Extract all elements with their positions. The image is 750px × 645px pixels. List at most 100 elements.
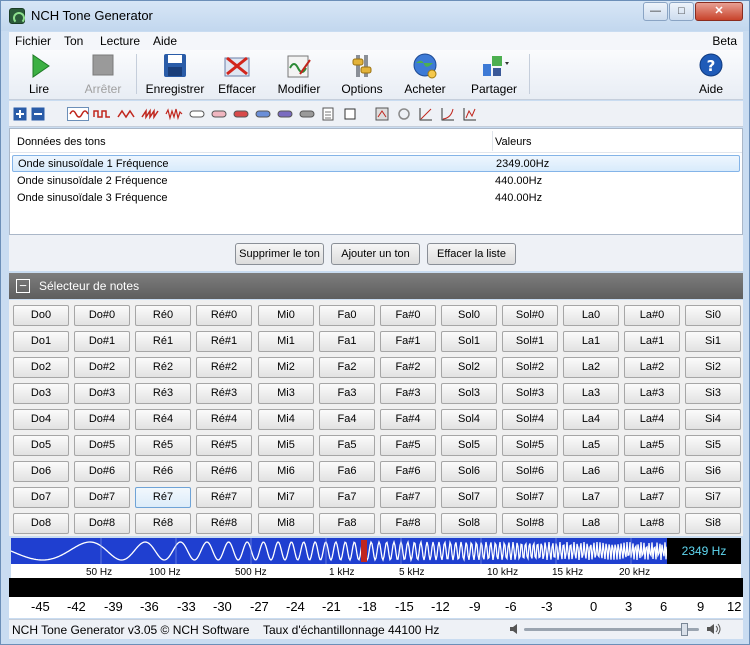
volume-slider-track[interactable] [524,628,699,631]
note-button[interactable]: La2 [563,357,619,378]
note-button[interactable]: Do#7 [74,487,130,508]
volume-high-icon[interactable] [706,623,722,635]
note-button[interactable]: La0 [563,305,619,326]
note-button[interactable]: Ré0 [135,305,191,326]
frequency-slider[interactable] [11,538,741,564]
sawtooth-wave-icon[interactable] [141,107,159,121]
note-button[interactable]: Sol1 [441,331,497,352]
note-button[interactable]: Do#4 [74,409,130,430]
red-noise-icon[interactable] [233,107,249,121]
note-button[interactable]: Si7 [685,487,741,508]
note-button[interactable]: Mi2 [258,357,314,378]
note-button[interactable]: Fa#8 [380,513,436,534]
volume-slider-thumb[interactable] [681,623,688,636]
note-button[interactable]: Do#2 [74,357,130,378]
col-header-data[interactable]: Données des tons [17,136,106,148]
clear-button[interactable]: Effacer [216,52,258,96]
menu-fichier[interactable]: Fichier [15,34,51,48]
volume-low-icon[interactable] [509,623,521,635]
stop-button[interactable]: Arrêter [81,52,125,96]
note-button[interactable]: Fa7 [319,487,375,508]
note-button[interactable]: Do#3 [74,383,130,404]
note-button[interactable]: Ré#1 [196,331,252,352]
note-button[interactable]: Fa#5 [380,435,436,456]
maximize-button[interactable]: □ [669,2,694,21]
note-button[interactable]: La6 [563,461,619,482]
triangle-wave-icon[interactable] [117,107,135,121]
note-button[interactable]: La8 [563,513,619,534]
note-button[interactable]: La#5 [624,435,680,456]
note-button[interactable]: La#8 [624,513,680,534]
note-button[interactable]: Do0 [13,305,69,326]
note-button[interactable]: Do6 [13,461,69,482]
note-button[interactable]: Mi0 [258,305,314,326]
note-button[interactable]: Do#5 [74,435,130,456]
dtmf-icon[interactable] [463,107,477,121]
edit-button[interactable]: Modifier [273,52,325,96]
clear-list-button[interactable]: Effacer la liste [427,243,516,265]
note-button[interactable]: La7 [563,487,619,508]
note-button[interactable]: Fa#0 [380,305,436,326]
refresh-icon[interactable] [397,107,411,121]
note-button[interactable]: Ré2 [135,357,191,378]
menu-lecture[interactable]: Lecture [100,34,140,48]
note-button[interactable]: La#7 [624,487,680,508]
note-button[interactable]: Sol2 [441,357,497,378]
note-button[interactable]: Fa#3 [380,383,436,404]
note-button[interactable]: Fa2 [319,357,375,378]
note-button[interactable]: La1 [563,331,619,352]
note-button[interactable]: Fa#7 [380,487,436,508]
note-button[interactable]: Sol0 [441,305,497,326]
note-button[interactable]: Fa8 [319,513,375,534]
note-button[interactable]: Fa#6 [380,461,436,482]
buy-button[interactable]: Acheter [402,52,448,96]
note-button[interactable]: Ré#5 [196,435,252,456]
note-button[interactable]: Sol#5 [502,435,558,456]
share-button[interactable]: Partager [465,52,523,96]
note-button[interactable]: Sol6 [441,461,497,482]
white-noise-icon[interactable] [189,107,205,121]
note-button[interactable]: Do5 [13,435,69,456]
note-button[interactable]: La#4 [624,409,680,430]
note-button[interactable]: La#1 [624,331,680,352]
square-wave-icon[interactable] [93,107,111,121]
note-button[interactable]: Ré6 [135,461,191,482]
note-button[interactable]: Do1 [13,331,69,352]
note-button[interactable]: Mi4 [258,409,314,430]
note-button[interactable]: Fa6 [319,461,375,482]
note-button[interactable]: Si0 [685,305,741,326]
note-button[interactable]: Do#0 [74,305,130,326]
options-button[interactable]: Options [339,52,385,96]
note-button[interactable]: Ré8 [135,513,191,534]
note-button[interactable]: Sol#3 [502,383,558,404]
note-button[interactable]: Fa1 [319,331,375,352]
note-button[interactable]: Sol4 [441,409,497,430]
frequency-marker[interactable] [361,540,367,562]
note-button[interactable]: Do#1 [74,331,130,352]
note-button[interactable]: Si1 [685,331,741,352]
note-button[interactable]: Sol#4 [502,409,558,430]
note-button[interactable]: Do2 [13,357,69,378]
note-button[interactable]: Ré7 [135,487,191,508]
play-button[interactable]: Lire [21,52,57,96]
tone-list-row[interactable]: Onde sinusoïdale 2 Fréquence 440.00Hz [12,173,740,190]
note-button[interactable]: Mi5 [258,435,314,456]
note-button[interactable]: Si8 [685,513,741,534]
note-button[interactable]: Ré#6 [196,461,252,482]
sine-wave-icon[interactable] [67,107,89,121]
note-button[interactable]: Ré#4 [196,409,252,430]
note-button[interactable]: Fa#2 [380,357,436,378]
note-button[interactable]: Fa5 [319,435,375,456]
frame-icon[interactable] [343,107,357,121]
blue-noise-icon[interactable] [255,107,271,121]
note-button[interactable]: Ré#8 [196,513,252,534]
note-button[interactable]: Si6 [685,461,741,482]
note-button[interactable]: Mi7 [258,487,314,508]
note-button[interactable]: Ré1 [135,331,191,352]
note-button[interactable]: Fa0 [319,305,375,326]
save-button[interactable]: Enregistrer [145,52,205,96]
note-button[interactable]: Sol#6 [502,461,558,482]
note-button[interactable]: Ré4 [135,409,191,430]
sweep-icon[interactable] [375,107,389,121]
note-button[interactable]: Do#8 [74,513,130,534]
